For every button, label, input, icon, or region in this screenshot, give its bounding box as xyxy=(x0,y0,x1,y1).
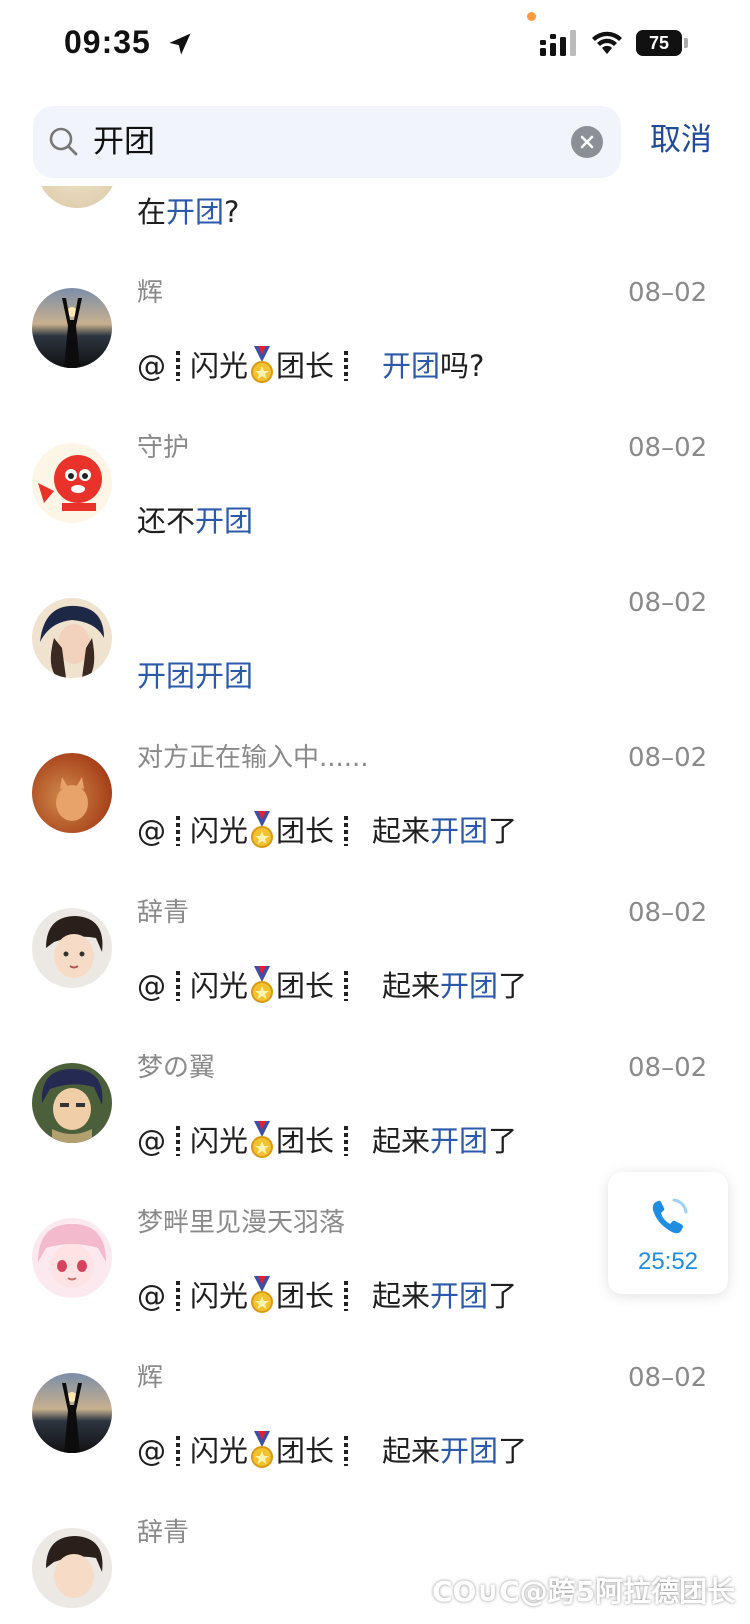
search-input[interactable]: 开团 xyxy=(33,106,621,178)
watermark: CO∪C@跨5阿拉德团长 xyxy=(432,1575,736,1608)
sender-name: 对方正在输入中...... xyxy=(137,743,369,773)
avatar xyxy=(32,1218,112,1298)
message-date: 08–02 xyxy=(628,433,708,463)
message-preview: @ 闪光 团长 开团吗? xyxy=(137,346,484,386)
screen: 09:35 75 开团 取消 在开团? 辉 08–02 @ 闪光 团长 开团吗?… xyxy=(0,0,750,1624)
avatar xyxy=(32,598,112,678)
status-bar: 09:35 75 xyxy=(0,0,750,90)
sender-name: 辉 xyxy=(137,1363,164,1393)
clear-search-icon[interactable] xyxy=(571,126,603,158)
message-date: 08–02 xyxy=(628,278,708,308)
search-query[interactable]: 开团 xyxy=(93,122,155,162)
privacy-indicator-dot xyxy=(527,12,536,21)
list-item[interactable]: 辉 08–02 @ 闪光 团长 起来开团了 xyxy=(0,1359,750,1519)
avatar xyxy=(32,443,112,523)
cancel-button[interactable]: 取消 xyxy=(650,120,712,160)
message-date: 08–02 xyxy=(628,588,708,618)
list-item[interactable]: 对方正在输入中...... 08–02 @ 闪光 团长 起来开团了 xyxy=(0,739,750,899)
sender-name: 辞青 xyxy=(137,898,190,928)
medal-icon xyxy=(251,966,274,1003)
list-item[interactable]: 辉 08–02 @ 闪光 团长 开团吗? xyxy=(0,274,750,434)
medal-icon xyxy=(251,811,274,848)
message-preview: 在开团? xyxy=(137,195,240,229)
cellular-signal-icon xyxy=(540,30,576,56)
list-item[interactable]: 在开团? xyxy=(0,186,750,246)
message-date: 08–02 xyxy=(628,1053,708,1083)
avatar xyxy=(37,186,117,208)
list-item[interactable]: 辞青 08–02 @ 闪光 团长 起来开团了 xyxy=(0,894,750,1054)
message-preview: 开团开团 xyxy=(137,659,254,693)
search-results-list[interactable]: 在开团? 辉 08–02 @闪光团长开团吗? 守护 08–02 还不开团 xyxy=(0,186,750,1624)
medal-icon xyxy=(251,1276,274,1313)
call-duration: 25:52 xyxy=(637,1248,699,1275)
sender-name: 守护 xyxy=(137,433,190,463)
medal-icon xyxy=(251,1121,274,1158)
message-preview: @ 闪光 团长 起来开团了 xyxy=(137,811,517,851)
avatar xyxy=(32,753,112,833)
avatar xyxy=(32,1063,112,1143)
sender-name: 梦畔里见漫天羽落 xyxy=(137,1208,346,1238)
message-preview: @ 闪光 团长 起来开团了 xyxy=(137,966,527,1006)
medal-icon xyxy=(251,346,274,383)
battery-icon: 75 xyxy=(636,30,688,56)
search-icon xyxy=(49,127,78,156)
avatar xyxy=(32,1528,112,1608)
medal-icon xyxy=(251,1431,274,1468)
status-time: 09:35 xyxy=(64,24,151,60)
message-preview: 还不开团 xyxy=(137,504,254,538)
ongoing-call-widget[interactable]: 25:52 xyxy=(608,1172,728,1294)
message-date: 08–02 xyxy=(628,743,708,773)
message-preview: @ 闪光 团长 起来开团了 xyxy=(137,1121,517,1161)
message-preview: @ 闪光 团长 起来开团了 xyxy=(137,1276,517,1316)
phone-icon xyxy=(652,1198,688,1234)
battery-percent: 75 xyxy=(648,33,670,53)
avatar xyxy=(32,288,112,368)
sender-name: 梦の翼 xyxy=(137,1053,216,1083)
wifi-icon xyxy=(592,31,622,54)
list-item[interactable]: 守护 08–02 还不开团 xyxy=(0,429,750,589)
message-preview: @ 闪光 团长 起来开团了 xyxy=(137,1431,527,1471)
message-date: 08–02 xyxy=(628,898,708,928)
list-item[interactable]: 08–02 开团开团 xyxy=(0,584,750,744)
avatar xyxy=(32,1373,112,1453)
message-date: 08–02 xyxy=(628,1363,708,1393)
avatar xyxy=(32,908,112,988)
location-arrow-icon xyxy=(169,33,191,55)
sender-name: 辉 xyxy=(137,278,164,308)
sender-name: 辞青 xyxy=(137,1518,190,1548)
